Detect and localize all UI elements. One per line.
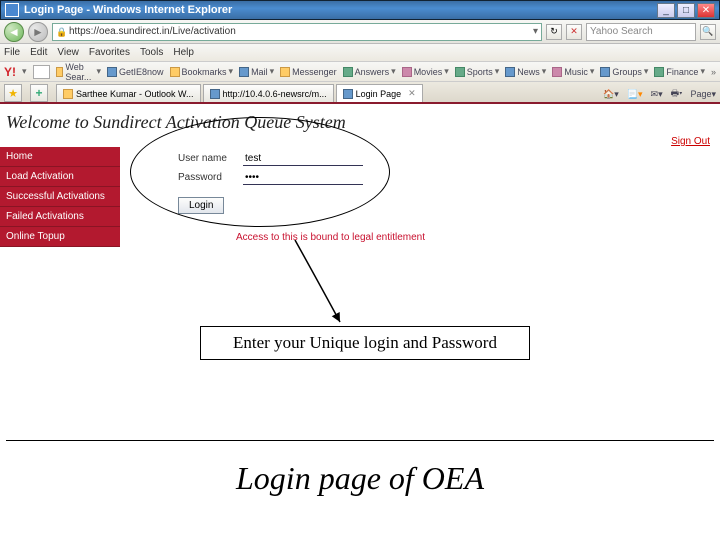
divider	[6, 440, 714, 441]
annotation-callout: Enter your Unique login and Password	[200, 326, 530, 360]
page-icon	[343, 89, 353, 99]
dropdown-icon[interactable]: ▾	[533, 26, 538, 37]
yahoo-toolbar: Y! ▾ Web Sear...▾ GetIE8now Bookmarks▾ M…	[0, 62, 720, 82]
sidebar-item-home[interactable]: Home	[0, 147, 120, 167]
menu-file[interactable]: File	[4, 47, 20, 58]
tb-getie8[interactable]: GetIE8now	[107, 67, 164, 77]
maximize-button[interactable]: □	[677, 3, 695, 18]
sidebar-item-load[interactable]: Load Activation	[0, 167, 120, 187]
tb-finance[interactable]: Finance▾	[654, 66, 705, 77]
tab-close-icon[interactable]: ✕	[408, 88, 416, 99]
menu-tools[interactable]: Tools	[140, 47, 163, 58]
url-text: https://oea.sundirect.in/Live/activation	[69, 26, 530, 37]
sidebar-item-success[interactable]: Successful Activations	[0, 187, 120, 207]
tb-movies[interactable]: Movies▾	[402, 66, 449, 77]
refresh-button[interactable]: ↻	[546, 24, 562, 40]
annotation-ellipse	[130, 117, 390, 227]
print-icon[interactable]: 🖶▾	[671, 86, 683, 102]
page-content: Welcome to Sundirect Activation Queue Sy…	[0, 104, 720, 247]
tab-newsrc[interactable]: http://10.4.0.6-newsrc/m...	[203, 84, 334, 102]
window-titlebar: Login Page - Windows Internet Explorer _…	[0, 0, 720, 20]
sidebar-item-failed[interactable]: Failed Activations	[0, 207, 120, 227]
menu-edit[interactable]: Edit	[30, 47, 47, 58]
messenger-icon	[280, 67, 290, 77]
sidebar-item-topup[interactable]: Online Topup	[0, 227, 120, 247]
web-search-button[interactable]: Web Sear...▾	[56, 62, 101, 82]
toolbar-overflow[interactable]: »	[711, 67, 716, 77]
plus-icon	[35, 86, 42, 100]
favorites-button[interactable]	[4, 84, 22, 102]
close-button[interactable]: ✕	[697, 3, 715, 18]
page-icon	[63, 89, 73, 99]
menu-favorites[interactable]: Favorites	[89, 47, 130, 58]
tb-groups[interactable]: Groups▾	[600, 66, 648, 77]
back-button[interactable]: ◄	[4, 22, 24, 42]
sidebar: Home Load Activation Successful Activati…	[0, 147, 120, 247]
news-icon	[505, 67, 515, 77]
tb-answers[interactable]: Answers▾	[343, 66, 396, 77]
bookmark-icon	[170, 67, 180, 77]
search-placeholder: Yahoo Search	[590, 26, 653, 37]
command-bar: 🏠▾ 📃▾ ✉▾ 🖶▾ Page▾	[603, 86, 716, 102]
forward-button[interactable]: ►	[28, 22, 48, 42]
tb-bookmarks[interactable]: Bookmarks▾	[170, 66, 234, 77]
page-heading: Welcome to Sundirect Activation Queue Sy…	[0, 104, 720, 139]
add-favorite-button[interactable]	[30, 84, 48, 102]
search-icon	[56, 67, 63, 77]
tb-sports[interactable]: Sports▾	[455, 66, 500, 77]
tb-mail[interactable]: Mail▾	[239, 66, 274, 77]
signout-link[interactable]: Sign Out	[671, 136, 710, 147]
mailcmd-icon[interactable]: ✉▾	[651, 89, 663, 100]
window-title: Login Page - Windows Internet Explorer	[24, 4, 655, 16]
yahoo-logo-icon[interactable]: Y!	[4, 65, 16, 79]
finance-icon	[654, 67, 664, 77]
tb-messenger[interactable]: Messenger	[280, 67, 337, 77]
annotation-arrow	[280, 240, 360, 330]
page-icon	[210, 89, 220, 99]
star-icon	[8, 87, 18, 100]
yahoo-search-input[interactable]	[33, 65, 51, 79]
tab-strip: Sarthee Kumar - Outlook W... http://10.4…	[0, 82, 720, 104]
main-panel: User name Password Login Access to this …	[120, 147, 720, 247]
groups-icon	[600, 67, 610, 77]
tb-news[interactable]: News▾	[505, 66, 546, 77]
search-box[interactable]: Yahoo Search	[586, 23, 696, 41]
minimize-button[interactable]: _	[657, 3, 675, 18]
ie-icon	[5, 3, 19, 17]
figure-caption: Login page of OEA	[0, 460, 720, 497]
address-bar[interactable]: https://oea.sundirect.in/Live/activation…	[52, 23, 542, 41]
ie-icon	[107, 67, 117, 77]
tab-loginpage[interactable]: Login Page✕	[336, 84, 423, 102]
tb-music[interactable]: Music▾	[552, 66, 594, 77]
feeds-icon[interactable]: 📃▾	[627, 89, 643, 100]
sports-icon	[455, 67, 465, 77]
home-icon[interactable]: 🏠▾	[603, 89, 619, 100]
search-go-button[interactable]: 🔍	[700, 24, 716, 40]
answers-icon	[343, 67, 353, 77]
menu-help[interactable]: Help	[173, 47, 194, 58]
menu-bar: File Edit View Favorites Tools Help	[0, 44, 720, 62]
lock-icon	[56, 27, 66, 37]
movies-icon	[402, 67, 412, 77]
tab-outlook[interactable]: Sarthee Kumar - Outlook W...	[56, 84, 201, 102]
page-menu[interactable]: Page▾	[690, 89, 716, 100]
navigation-bar: ◄ ► https://oea.sundirect.in/Live/activa…	[0, 20, 720, 44]
mail-icon	[239, 67, 249, 77]
music-icon	[552, 67, 562, 77]
menu-view[interactable]: View	[57, 47, 79, 58]
stop-button[interactable]: ✕	[566, 24, 582, 40]
